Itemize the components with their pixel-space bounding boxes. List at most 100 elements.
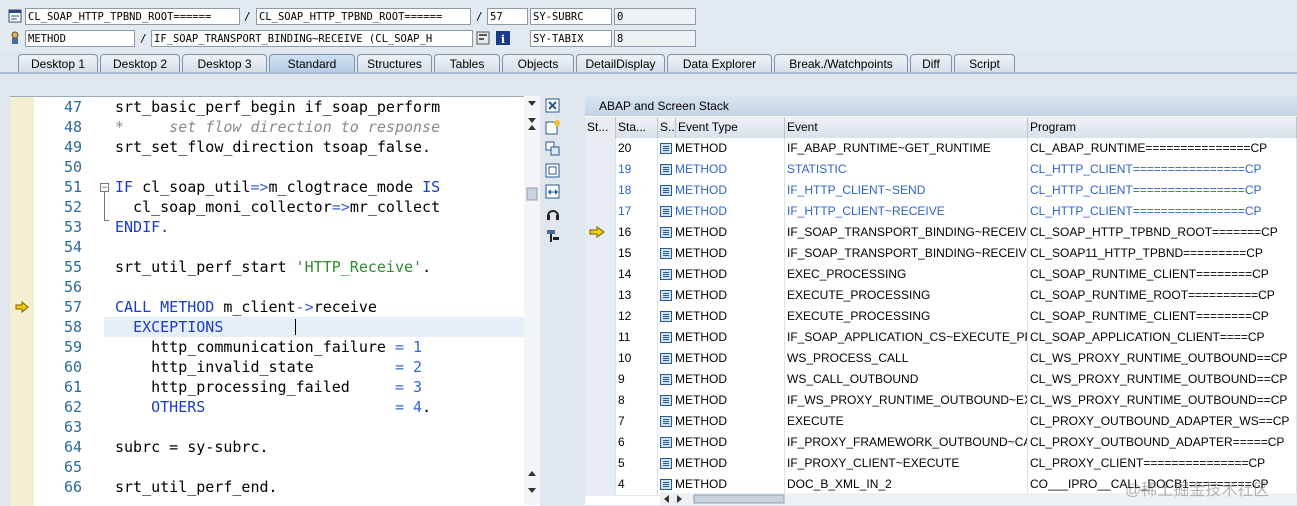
event-type-text: METHOD <box>675 183 727 197</box>
stack-row[interactable]: 9 METHOD WS_CALL_OUTBOUND CL_WS_PROXY_RUNTI… <box>585 369 1297 391</box>
code-line[interactable]: 47 srt_basic_perf_begin if_soap_perform <box>10 97 540 117</box>
line-number: 60 <box>63 358 82 376</box>
tab-objects[interactable]: Objects <box>502 54 574 72</box>
method-icon <box>660 458 672 469</box>
code-line[interactable]: 51 IF cl_soap_util=>m_clogtrace_mode IS <box>10 177 540 197</box>
stack-event-type-cell: METHOD <box>658 327 785 348</box>
settings-tool-icon[interactable] <box>545 228 561 244</box>
code-line[interactable]: 63 <box>10 417 540 437</box>
program-field[interactable]: CL_SOAP_HTTP_TPBND_ROOT====== <box>25 8 240 25</box>
col-header-event[interactable]: Event <box>785 117 1028 138</box>
code-line[interactable]: 64 subrc = sy-subrc. <box>10 437 540 457</box>
line-number: 59 <box>63 338 82 356</box>
stack-row[interactable]: 20 METHOD IF_ABAP_RUNTIME~GET_RUNTIME CL_AB… <box>585 138 1297 160</box>
code-line[interactable]: 55 srt_util_perf_start 'HTTP_Receive'. <box>10 257 540 277</box>
code-line[interactable]: 48 * set flow direction to response <box>10 117 540 137</box>
code-line[interactable]: 61 http_processing_failed = 3 <box>10 377 540 397</box>
method-icon <box>660 143 672 154</box>
stack-event-type-cell: METHOD <box>658 138 785 159</box>
code-line[interactable]: 58 EXCEPTIONS <box>64 317 540 337</box>
line-number-field[interactable]: 57 <box>487 8 528 25</box>
tab-tables[interactable]: Tables <box>434 54 500 72</box>
stack-row[interactable]: 12 METHOD EXECUTE_PROCESSING CL_SOAP_RUNTIM… <box>585 306 1297 328</box>
maximize-icon[interactable] <box>545 163 561 179</box>
code-line[interactable]: 53 ENDIF. <box>10 217 540 237</box>
code-line[interactable]: 52 cl_soap_moni_collector=>mr_collect <box>10 197 540 217</box>
line-number: 58 <box>63 318 82 336</box>
stack-row[interactable]: 6 METHOD IF_PROXY_FRAMEWORK_OUTBOUND~CAL..… <box>585 432 1297 454</box>
stack-row[interactable]: 7 METHOD EXECUTE CL_PROXY_OUTBOUND_ADAPTER_… <box>585 411 1297 433</box>
fold-toggle-icon[interactable]: − <box>100 183 109 192</box>
stack-event-cell: WS_CALL_OUTBOUND <box>785 369 1028 390</box>
stack-row[interactable]: 14 METHOD EXEC_PROCESSING CL_SOAP_RUNTIME_C… <box>585 264 1297 286</box>
swap-tool-icon[interactable] <box>545 141 561 157</box>
line-number: 49 <box>63 138 82 156</box>
code-line[interactable]: 49 srt_set_flow_direction tsoap_false. <box>10 137 540 157</box>
include-field[interactable]: CL_SOAP_HTTP_TPBND_ROOT====== <box>256 8 471 25</box>
stack-event-cell: DOC_B_XML_IN_2 <box>785 474 1028 495</box>
line-number: 65 <box>63 458 82 476</box>
stack-program-cell: CL_ABAP_RUNTIME===============CP <box>1028 138 1297 159</box>
stack-row[interactable]: 18 METHOD IF_HTTP_CLIENT~SEND CL_HTTP_CLIEN… <box>585 180 1297 202</box>
stack-status-cell <box>585 327 616 348</box>
code-line[interactable]: 62 OTHERS = 4. <box>10 397 540 417</box>
stack-row[interactable]: 16 METHOD IF_SOAP_TRANSPORT_BINDING~RECEIV… <box>585 222 1297 244</box>
stack-row[interactable]: 13 METHOD EXECUTE_PROCESSING CL_SOAP_RUNTIM… <box>585 285 1297 307</box>
tab-data-explorer[interactable]: Data Explorer <box>667 54 772 72</box>
stack-status-cell <box>585 243 616 264</box>
method-icon <box>660 374 672 385</box>
code-line[interactable]: 50 <box>10 157 540 177</box>
stack-row[interactable]: 8 METHOD IF_WS_PROXY_RUNTIME_OUTBOUND~EX..… <box>585 390 1297 412</box>
stack-title: ABAP and Screen Stack <box>585 96 1297 116</box>
new-tool-icon[interactable] <box>545 119 561 135</box>
stack-event-cell: IF_PROXY_CLIENT~EXECUTE <box>785 453 1028 474</box>
stack-level-cell: 16 <box>616 222 658 243</box>
current-stack-arrow-icon <box>589 224 605 243</box>
col-header-program[interactable]: Program <box>1028 117 1297 138</box>
tab-break-watchpoints[interactable]: Break./Watchpoints <box>774 54 908 72</box>
stack-program-cell: CL_SOAP_RUNTIME_CLIENT========CP <box>1028 306 1297 327</box>
tab-desktop-1[interactable]: Desktop 1 <box>18 54 98 72</box>
info-icon[interactable]: i <box>496 31 510 46</box>
headset-icon[interactable] <box>545 206 561 222</box>
col-header-level[interactable]: Sta... <box>616 117 658 138</box>
tab-standard[interactable]: Standard <box>269 54 355 72</box>
event-type-field[interactable]: METHOD <box>25 30 135 47</box>
sysvar-name-field[interactable]: SY-SUBRC <box>530 8 612 25</box>
col-header-s[interactable]: S... <box>658 117 676 138</box>
stack-event-cell: IF_WS_PROXY_RUNTIME_OUTBOUND~EX... <box>785 390 1028 411</box>
stack-row[interactable]: 17 METHOD IF_HTTP_CLIENT~RECEIVE CL_HTTP_CL… <box>585 201 1297 223</box>
stack-row[interactable]: 10 METHOD WS_PROCESS_CALL CL_WS_PROXY_RUNTI… <box>585 348 1297 370</box>
code-line[interactable]: 66 srt_util_perf_end. <box>10 477 540 497</box>
code-line[interactable]: 65 <box>10 457 540 477</box>
event-field[interactable]: IF_SOAP_TRANSPORT_BINDING~RECEIVE (CL_SO… <box>151 30 473 47</box>
sysvar2-name-field[interactable]: SY-TABIX <box>530 30 612 47</box>
stack-toolbar <box>541 96 565 505</box>
code-line[interactable]: 59 http_communication_failure = 1 <box>10 337 540 357</box>
display-source-icon[interactable] <box>476 31 490 45</box>
tab-diff[interactable]: Diff <box>910 54 952 72</box>
stack-row[interactable]: 5 METHOD IF_PROXY_CLIENT~EXECUTE CL_PROXY_C… <box>585 453 1297 475</box>
tab-script[interactable]: Script <box>954 54 1015 72</box>
col-header-status[interactable]: St... <box>585 117 616 138</box>
separator: / <box>140 32 147 45</box>
tab-detaildisplay[interactable]: DetailDisplay <box>576 54 665 72</box>
editor-vertical-scrollbar[interactable] <box>524 96 540 505</box>
stack-row[interactable]: 15 METHOD IF_SOAP_TRANSPORT_BINDING~RECEIV… <box>585 243 1297 265</box>
stack-row[interactable]: 19 METHOD STATISTIC CL_HTTP_CLIENT=========… <box>585 159 1297 181</box>
line-number: 50 <box>63 158 82 176</box>
col-header-event-type[interactable]: Event Type <box>676 117 785 138</box>
code-line[interactable]: 54 <box>10 237 540 257</box>
code-line[interactable]: 56 <box>10 277 540 297</box>
source-code-editor[interactable]: 47 srt_basic_perf_begin if_soap_perform 48… <box>10 96 540 506</box>
stack-row[interactable]: 11 METHOD IF_SOAP_APPLICATION_CS~EXECUTE_P… <box>585 327 1297 349</box>
tab-desktop-3[interactable]: Desktop 3 <box>182 54 267 72</box>
code-line[interactable]: 60 http_invalid_state = 2 <box>10 357 540 377</box>
tab-structures[interactable]: Structures <box>357 54 432 72</box>
tab-desktop-2[interactable]: Desktop 2 <box>100 54 180 72</box>
resize-icon[interactable] <box>545 184 561 200</box>
code-line[interactable]: 57 CALL METHOD m_client->receive <box>10 297 540 317</box>
stack-event-cell: IF_SOAP_TRANSPORT_BINDING~RECEIVE <box>785 243 1028 264</box>
stack-event-type-cell: METHOD <box>658 159 785 180</box>
close-icon[interactable] <box>545 98 561 114</box>
